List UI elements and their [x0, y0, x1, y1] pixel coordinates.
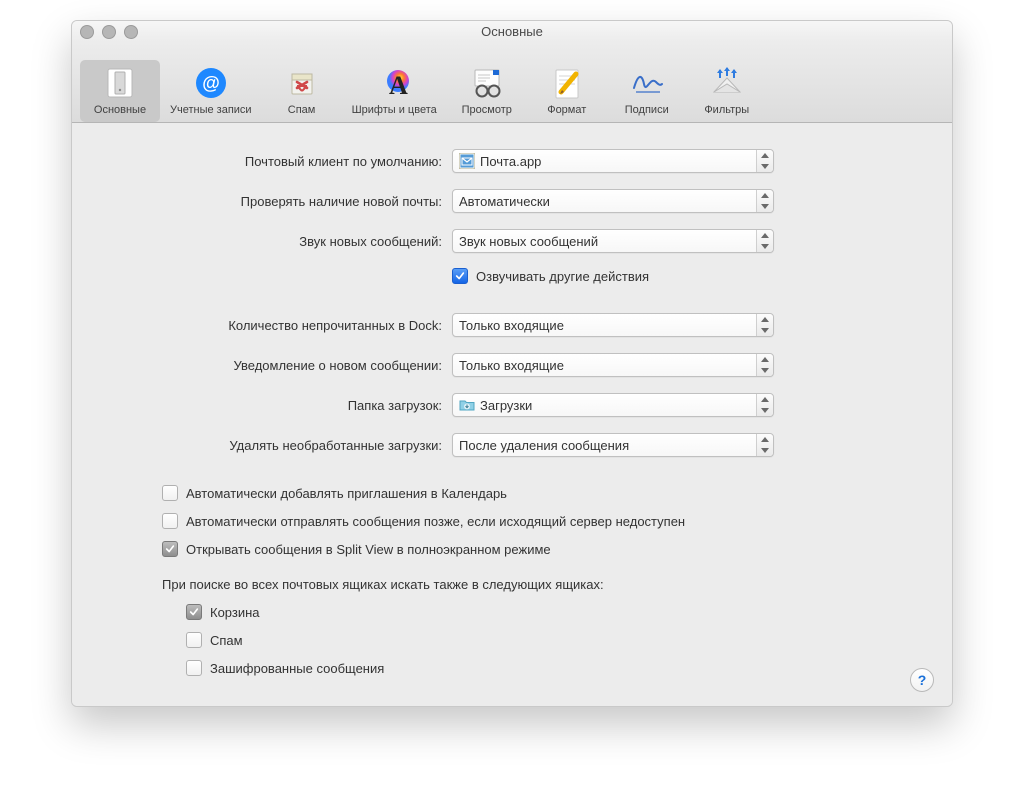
split-view-checkbox[interactable] — [162, 541, 178, 557]
downloads-popup[interactable]: Загрузки — [452, 393, 774, 417]
toolbar-label: Формат — [547, 104, 586, 116]
toolbar-label: Спам — [288, 104, 316, 116]
toolbar-label: Шрифты и цвета — [352, 104, 437, 116]
dock-count-value: Только входящие — [459, 318, 751, 333]
search-checks: Корзина Спам Зашифрованные сообщения — [102, 598, 922, 682]
stepper-icon — [756, 394, 773, 416]
remove-dl-label: Удалять необработанные загрузки: — [102, 438, 452, 453]
window-title: Основные — [72, 24, 952, 39]
stepper-icon — [756, 434, 773, 456]
new-notify-value: Только входящие — [459, 358, 751, 373]
general-icon — [101, 64, 139, 102]
toolbar-label: Фильтры — [704, 104, 749, 116]
fonts-icon: A — [375, 64, 413, 102]
row-auto-send-later: Автоматически отправлять сообщения позже… — [102, 507, 922, 535]
toolbar-composing[interactable]: Формат — [527, 60, 607, 122]
dock-count-label: Количество непрочитанных в Dock: — [102, 318, 452, 333]
toolbar-label: Просмотр — [462, 104, 512, 116]
row-downloads: Папка загрузок: Загрузки — [102, 385, 922, 425]
row-new-notify: Уведомление о новом сообщении: Только вх… — [102, 345, 922, 385]
default-client-value: Почта.app — [480, 154, 751, 169]
default-client-popup[interactable]: Почта.app — [452, 149, 774, 173]
row-default-client: Почтовый клиент по умолчанию: Почта.app — [102, 141, 922, 181]
toolbar-signatures[interactable]: Подписи — [607, 60, 687, 122]
search-encrypted-checkbox[interactable] — [186, 660, 202, 676]
signatures-icon — [628, 64, 666, 102]
auto-send-later-label: Автоматически отправлять сообщения позже… — [186, 514, 685, 529]
minimize-button[interactable] — [102, 25, 116, 39]
new-notify-label: Уведомление о новом сообщении: — [102, 358, 452, 373]
row-new-sound: Звук новых сообщений: Звук новых сообщен… — [102, 221, 922, 261]
remove-dl-value: После удаления сообщения — [459, 438, 751, 453]
rules-icon — [708, 64, 746, 102]
search-junk-checkbox[interactable] — [186, 632, 202, 648]
toolbar-viewing[interactable]: Просмотр — [447, 60, 527, 122]
remove-dl-popup[interactable]: После удаления сообщения — [452, 433, 774, 457]
auto-calendar-label: Автоматически добавлять приглашения в Ка… — [186, 486, 507, 501]
new-sound-label: Звук новых сообщений: — [102, 234, 452, 249]
row-search-junk: Спам — [186, 626, 922, 654]
downloads-label: Папка загрузок: — [102, 398, 452, 413]
row-play-other-sounds: Озвучивать другие действия — [102, 261, 922, 291]
toolbar-label: Учетные записи — [170, 104, 252, 116]
svg-text:@: @ — [202, 73, 220, 93]
default-client-label: Почтовый клиент по умолчанию: — [102, 154, 452, 169]
search-junk-label: Спам — [210, 633, 243, 648]
stepper-icon — [756, 230, 773, 252]
content-area: Почтовый клиент по умолчанию: Почта.app … — [72, 123, 952, 706]
viewing-icon — [468, 64, 506, 102]
composing-icon — [548, 64, 586, 102]
svg-text:A: A — [389, 71, 408, 100]
toolbar-label: Основные — [94, 104, 146, 116]
search-heading: При поиске во всех почтовых ящиках искат… — [102, 577, 922, 592]
play-other-sounds-checkbox[interactable] — [452, 268, 468, 284]
toolbar: Основные @ Учетные записи Спам A Шрифты … — [72, 42, 952, 123]
search-trash-checkbox[interactable] — [186, 604, 202, 620]
stepper-icon — [756, 354, 773, 376]
row-dock-count: Количество непрочитанных в Dock: Только … — [102, 305, 922, 345]
titlebar: Основные — [72, 21, 952, 42]
toolbar-accounts[interactable]: @ Учетные записи — [160, 60, 262, 122]
preferences-window: Основные Основные @ Учетные записи Спам — [71, 20, 953, 707]
toolbar-junk[interactable]: Спам — [262, 60, 342, 122]
mail-app-icon — [459, 153, 475, 169]
auto-calendar-checkbox[interactable] — [162, 485, 178, 501]
toolbar-general[interactable]: Основные — [80, 60, 160, 122]
toolbar-fonts[interactable]: A Шрифты и цвета — [342, 60, 447, 122]
search-trash-label: Корзина — [210, 605, 260, 620]
row-search-trash: Корзина — [186, 598, 922, 626]
toolbar-label: Подписи — [625, 104, 669, 116]
auto-send-later-checkbox[interactable] — [162, 513, 178, 529]
row-auto-calendar: Автоматически добавлять приглашения в Ка… — [102, 479, 922, 507]
check-mail-label: Проверять наличие новой почты: — [102, 194, 452, 209]
toolbar-rules[interactable]: Фильтры — [687, 60, 767, 122]
new-sound-popup[interactable]: Звук новых сообщений — [452, 229, 774, 253]
check-mail-value: Автоматически — [459, 194, 751, 209]
check-mail-popup[interactable]: Автоматически — [452, 189, 774, 213]
new-notify-popup[interactable]: Только входящие — [452, 353, 774, 377]
help-icon: ? — [918, 672, 927, 688]
stepper-icon — [756, 190, 773, 212]
zoom-button[interactable] — [124, 25, 138, 39]
accounts-icon: @ — [192, 64, 230, 102]
new-sound-value: Звук новых сообщений — [459, 234, 751, 249]
row-remove-downloads: Удалять необработанные загрузки: После у… — [102, 425, 922, 465]
row-search-encrypted: Зашифрованные сообщения — [186, 654, 922, 682]
row-split-view: Открывать сообщения в Split View в полно… — [102, 535, 922, 563]
row-check-mail: Проверять наличие новой почты: Автоматич… — [102, 181, 922, 221]
play-other-sounds-label: Озвучивать другие действия — [476, 269, 649, 284]
traffic-lights — [80, 25, 138, 39]
dock-count-popup[interactable]: Только входящие — [452, 313, 774, 337]
stepper-icon — [756, 150, 773, 172]
split-view-label: Открывать сообщения в Split View в полно… — [186, 542, 551, 557]
downloads-folder-icon — [459, 397, 475, 413]
help-button[interactable]: ? — [910, 668, 934, 692]
junk-icon — [283, 64, 321, 102]
stepper-icon — [756, 314, 773, 336]
search-encrypted-label: Зашифрованные сообщения — [210, 661, 384, 676]
downloads-value: Загрузки — [480, 398, 751, 413]
close-button[interactable] — [80, 25, 94, 39]
